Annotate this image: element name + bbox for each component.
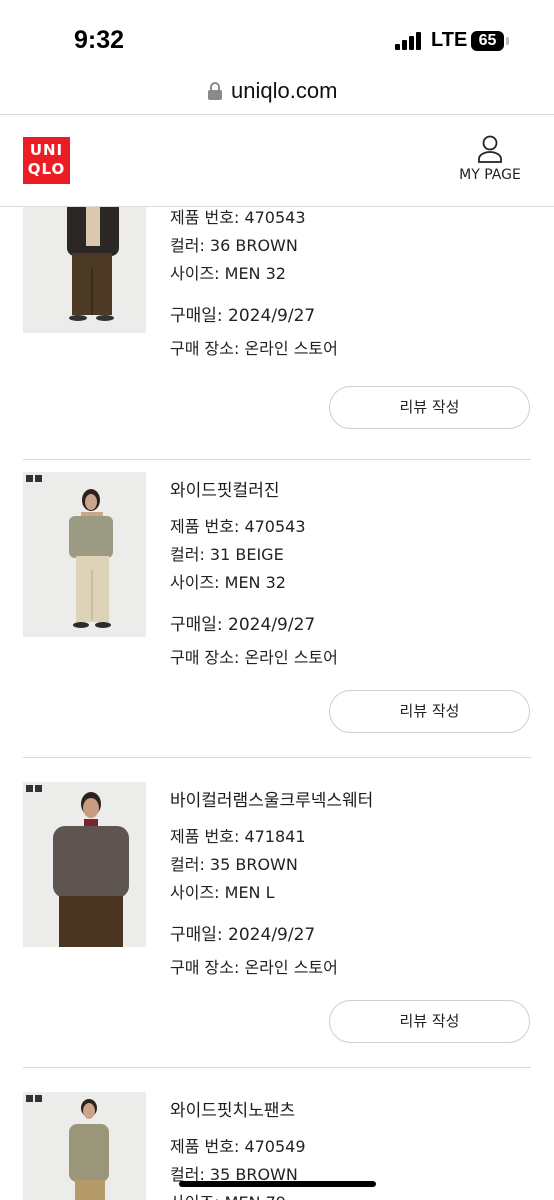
product-size: 사이즈: MEN L [170,883,275,902]
write-review-button[interactable]: 리뷰 작성 [329,690,530,733]
battery-cap [506,37,509,45]
purchase-date: 구매일: 2024/9/27 [170,615,316,635]
purchase-place: 구매 장소: 온라인 스토어 [170,958,338,977]
logo-line-1: UNI [29,141,64,159]
divider [23,757,531,758]
product-number: 제품 번호: 470543 [170,208,306,227]
my-page-label: MY PAGE [459,167,521,183]
product-color: 컬러: 35 BROWN [170,855,298,874]
battery-icon: 65 [471,31,504,51]
badge-icon [26,785,42,792]
purchase-date: 구매일: 2024/9/27 [170,306,316,326]
signal-icon [395,32,425,50]
divider [23,1067,531,1068]
order-item: 바이컬러램스울크루넥스웨터 제품 번호: 471841 컬러: 35 BROWN… [0,782,554,1092]
logo-line-2: QLO [27,160,66,178]
product-number: 제품 번호: 471841 [170,827,306,846]
purchase-place: 구매 장소: 온라인 스토어 [170,339,338,358]
uniqlo-logo[interactable]: UNI QLO [23,137,70,184]
home-indicator [179,1181,376,1187]
lock-icon [208,82,222,100]
user-icon [478,135,502,163]
write-review-button[interactable]: 리뷰 작성 [329,1000,530,1043]
product-image[interactable] [23,1092,146,1200]
product-number: 제품 번호: 470549 [170,1137,306,1156]
product-name[interactable]: 와이드핏치노팬츠 [170,1096,295,1121]
product-size: 사이즈: MEN 32 [170,264,286,283]
address-bar[interactable]: uniqlo.com [0,70,554,115]
product-color: 컬러: 31 BEIGE [170,545,284,564]
product-name[interactable]: 와이드핏컬러진 [170,476,279,501]
product-size: 사이즈: MEN 32 [170,573,286,592]
divider [23,459,531,460]
site-header: UNI QLO MY PAGE [0,115,554,207]
product-color: 컬러: 36 BROWN [170,236,298,255]
badge-icon [26,475,42,482]
product-image[interactable] [23,782,146,947]
network-type: LTE [431,29,468,51]
purchase-date: 구매일: 2024/9/27 [170,925,316,945]
write-review-button[interactable]: 리뷰 작성 [329,386,530,429]
status-bar: 9:32 LTE 65 [0,0,554,70]
status-time: 9:32 [74,26,125,54]
product-name[interactable]: 바이컬러램스울크루넥스웨터 [170,786,373,811]
my-page-button[interactable]: MY PAGE [452,135,528,195]
purchase-place: 구매 장소: 온라인 스토어 [170,648,338,667]
order-item: 와이드핏컬러진 제품 번호: 470543 컬러: 31 BEIGE 사이즈: … [0,472,554,782]
product-number: 제품 번호: 470543 [170,517,306,536]
url-text[interactable]: uniqlo.com [231,78,337,104]
product-image[interactable] [23,472,146,637]
product-size: 사이즈: MEN 79 [170,1189,286,1200]
badge-icon [26,1095,42,1102]
order-item: 제품 번호: 470543 컬러: 36 BROWN 사이즈: MEN 32 구… [0,168,554,478]
